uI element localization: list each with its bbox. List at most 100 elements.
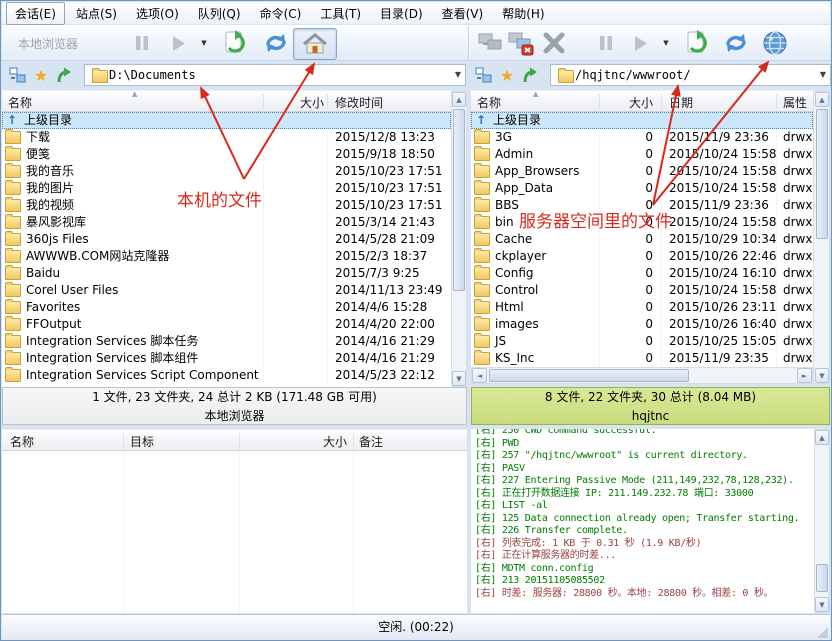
column-header[interactable]: 属性: [783, 94, 807, 111]
local-file-list[interactable]: ↑上级目录下载2015/12/8 13:23便笺2015/9/18 18:50我…: [2, 112, 451, 387]
file-row[interactable]: JS02015/10/25 15:05drwx: [471, 333, 813, 350]
chevron-down-icon[interactable]: ▼: [820, 70, 826, 79]
file-row[interactable]: Config02015/10/24 16:10drwx: [471, 265, 813, 282]
file-row[interactable]: 360js Files2014/5/28 21:09: [2, 231, 451, 248]
sort-asc-icon: ▲: [132, 90, 137, 98]
pause-queue-button[interactable]: [130, 28, 154, 58]
file-row[interactable]: AWWWB.COM网站克隆器2015/2/3 18:37: [2, 248, 451, 265]
refresh-local-button[interactable]: [260, 28, 292, 58]
file-row[interactable]: FFOutput2014/4/20 22:00: [2, 316, 451, 333]
menu-item[interactable]: 查看(V): [434, 3, 492, 24]
remote-browser-button[interactable]: [758, 28, 792, 58]
file-row[interactable]: 下载2015/12/8 13:23: [2, 129, 451, 146]
remote-list-header[interactable]: 名称大小日期属性▲: [471, 90, 813, 112]
remote-up-dir-icon[interactable]: [520, 65, 540, 85]
queue-list[interactable]: [2, 451, 467, 613]
log-panel[interactable]: [右] 250 CWD command successful.[右] PWD[右…: [471, 429, 814, 613]
menu-item[interactable]: 目录(D): [372, 3, 431, 24]
local-list-scrollbar[interactable]: ▲ ▼: [451, 91, 467, 387]
scroll-up-icon[interactable]: ▲: [815, 92, 829, 107]
column-header[interactable]: 名称: [8, 94, 32, 111]
remote-favorites-icon[interactable]: ★: [497, 65, 517, 85]
column-header[interactable]: 大小: [272, 94, 324, 111]
scrollbar-thumb[interactable]: [816, 564, 828, 592]
remote-pause-button[interactable]: [594, 28, 618, 58]
remote-list-scrollbar[interactable]: ▲ ▼: [813, 91, 830, 384]
menu-item[interactable]: 命令(C): [252, 3, 310, 24]
column-header[interactable]: 日期: [669, 94, 693, 111]
file-row[interactable]: Cache02015/10/29 10:34drwx: [471, 231, 813, 248]
menu-item[interactable]: 帮助(H): [494, 3, 552, 24]
scroll-down-icon[interactable]: ▼: [815, 368, 829, 383]
remote-path-combobox[interactable]: /hqjtnc/wwwroot/ ▼: [550, 64, 831, 86]
file-row[interactable]: ↑上级目录: [2, 112, 451, 129]
chevron-down-icon[interactable]: ▼: [455, 70, 461, 79]
file-row[interactable]: ↑上级目录: [471, 112, 813, 129]
file-row[interactable]: 暴风影视库2015/3/14 21:43: [2, 214, 451, 231]
remote-transfer-dropdown[interactable]: ▼: [660, 28, 672, 58]
refresh-remote-button[interactable]: [720, 28, 752, 58]
scroll-left-icon[interactable]: ◄: [472, 368, 487, 383]
scrollbar-thumb[interactable]: [489, 369, 689, 382]
column-header[interactable]: 备注: [359, 433, 383, 450]
local-compare-icon[interactable]: [8, 65, 28, 85]
file-row[interactable]: images02015/10/26 16:40drwx: [471, 316, 813, 333]
file-row[interactable]: 3G02015/11/9 23:36drwx: [471, 129, 813, 146]
file-row[interactable]: Integration Services 脚本组件2014/4/16 21:29: [2, 350, 451, 367]
column-header[interactable]: 名称: [477, 94, 501, 111]
start-transfer-button[interactable]: [166, 28, 190, 58]
scroll-right-icon[interactable]: ►: [797, 368, 812, 383]
file-row[interactable]: KS_Inc02015/11/9 23:35drwx: [471, 350, 813, 367]
log-scrollbar[interactable]: ▲ ▼: [814, 429, 830, 613]
column-header[interactable]: 修改时间: [335, 94, 383, 111]
file-name: 暴风影视库: [26, 215, 86, 229]
transfer-options-dropdown[interactable]: ▼: [198, 28, 210, 58]
local-up-dir-icon[interactable]: [54, 65, 74, 85]
menu-item[interactable]: 站点(S): [68, 3, 125, 24]
column-header[interactable]: 大小: [282, 433, 347, 450]
remote-compare-icon[interactable]: [474, 65, 494, 85]
file-row[interactable]: Integration Services 脚本任务2014/4/16 21:29: [2, 333, 451, 350]
file-row[interactable]: Html02015/10/26 23:11drwx: [471, 299, 813, 316]
home-directory-button[interactable]: [293, 28, 337, 60]
file-row[interactable]: 我的音乐2015/10/23 17:51: [2, 163, 451, 180]
scrollbar-thumb[interactable]: [816, 109, 828, 239]
remote-hscrollbar[interactable]: ◄ ►: [471, 367, 813, 384]
file-row[interactable]: App_Data02015/10/24 15:58drwx: [471, 180, 813, 197]
file-row[interactable]: ckplayer02015/10/26 22:46drwx: [471, 248, 813, 265]
column-header[interactable]: 目标: [130, 433, 154, 450]
local-list-header[interactable]: 名称 大小修改时间 ▲: [2, 90, 451, 112]
file-name: Config: [495, 266, 534, 280]
transfer-queue-button[interactable]: [220, 28, 254, 58]
file-row[interactable]: Admin02015/10/24 15:58drwx: [471, 146, 813, 163]
menu-item[interactable]: 队列(Q): [190, 3, 249, 24]
scroll-down-icon[interactable]: ▼: [815, 597, 829, 612]
local-path-combobox[interactable]: D:\Documents ▼: [84, 64, 466, 86]
file-date: 2014/5/23 22:12: [335, 367, 435, 384]
remote-start-button[interactable]: [628, 28, 652, 58]
local-favorites-icon[interactable]: ★: [31, 65, 51, 85]
column-header[interactable]: 大小: [601, 94, 653, 111]
file-row[interactable]: App_Browsers02015/10/24 15:58drwx: [471, 163, 813, 180]
file-row[interactable]: Control02015/10/24 15:58drwx: [471, 282, 813, 299]
file-row[interactable]: Baidu2015/7/3 9:25: [2, 265, 451, 282]
scroll-up-icon[interactable]: ▲: [452, 92, 466, 107]
file-row[interactable]: 便笺2015/9/18 18:50: [2, 146, 451, 163]
connect-button[interactable]: [476, 28, 506, 58]
queue-header[interactable]: 名称 目标 大小备注: [2, 429, 467, 451]
remote-file-list[interactable]: ↑上级目录3G02015/11/9 23:36drwxAdmin02015/10…: [471, 112, 813, 367]
file-row[interactable]: Favorites2014/4/6 15:28: [2, 299, 451, 316]
scrollbar-thumb[interactable]: [453, 109, 465, 291]
disconnect-site-button[interactable]: [506, 28, 536, 58]
menu-item[interactable]: 工具(T): [312, 3, 369, 24]
scroll-up-icon[interactable]: ▲: [815, 430, 829, 445]
resize-grip[interactable]: [817, 627, 828, 638]
remote-transfer-button[interactable]: [682, 28, 716, 58]
file-row[interactable]: Corel User Files2014/11/13 23:49: [2, 282, 451, 299]
abort-button[interactable]: [538, 28, 570, 58]
menu-item[interactable]: 会话(E): [6, 2, 65, 25]
scroll-down-icon[interactable]: ▼: [452, 371, 466, 386]
column-header[interactable]: 名称: [10, 433, 34, 450]
file-row[interactable]: Integration Services Script Component201…: [2, 367, 451, 384]
menu-item[interactable]: 选项(O): [128, 3, 187, 24]
